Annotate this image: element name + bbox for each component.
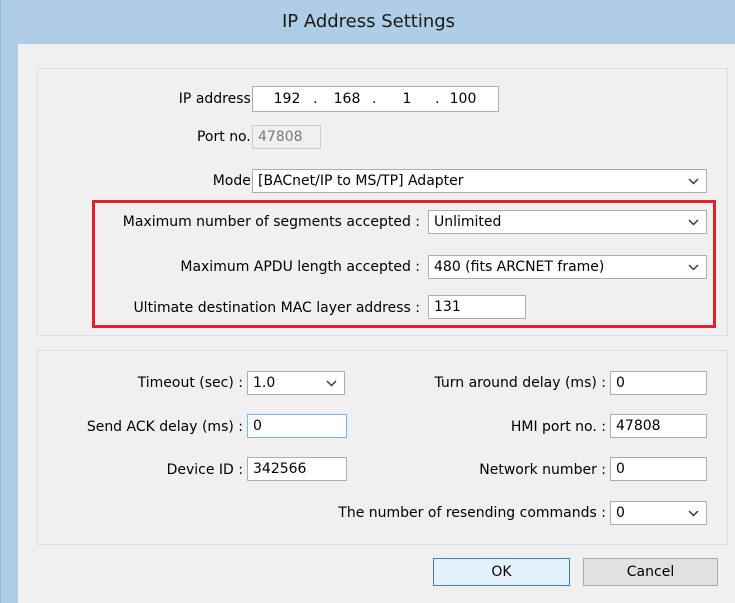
ip-octet-4[interactable]: 100 xyxy=(445,87,481,111)
ip-octet-3[interactable]: 1 xyxy=(395,87,419,111)
segments-select[interactable]: Unlimited xyxy=(428,210,707,234)
deviceid-label: Device ID : xyxy=(166,462,243,478)
dialog-client-area: IP address : 192 . 168 . 1 . 100 Port no… xyxy=(18,44,735,603)
turnaround-field[interactable]: 0 xyxy=(610,371,707,395)
chevron-down-icon xyxy=(686,256,700,278)
network-field[interactable]: 0 xyxy=(610,457,707,481)
mac-label: Ultimate destination MAC layer address : xyxy=(133,300,420,316)
port-field: 47808 xyxy=(252,125,321,149)
mode-select[interactable]: [BACnet/IP to MS/TP] Adapter xyxy=(252,169,707,193)
chevron-down-icon xyxy=(686,211,700,233)
timeout-select[interactable]: 1.0 xyxy=(247,371,345,395)
port-label: Port no. : xyxy=(196,129,260,145)
ip-separator: . xyxy=(435,91,440,107)
ackdelay-field[interactable]: 0 xyxy=(247,414,347,438)
mac-field[interactable]: 131 xyxy=(428,295,526,319)
cancel-button[interactable]: Cancel xyxy=(583,558,718,586)
turnaround-label: Turn around delay (ms) : xyxy=(434,375,606,391)
network-label: Network number : xyxy=(479,462,606,478)
chevron-down-icon xyxy=(686,502,700,524)
segments-label: Maximum number of segments accepted : xyxy=(122,214,420,230)
ip-separator: . xyxy=(313,91,318,107)
ip-address-field[interactable]: 192 . 168 . 1 . 100 xyxy=(252,86,499,112)
ip-separator: . xyxy=(372,91,377,107)
ok-button[interactable]: OK xyxy=(433,558,570,586)
segments-value: Unlimited xyxy=(434,214,502,230)
resend-select[interactable]: 0 xyxy=(610,501,707,525)
hmiport-label: HMI port no. : xyxy=(510,419,606,435)
apdu-value: 480 (fits ARCNET frame) xyxy=(434,259,605,275)
apdu-select[interactable]: 480 (fits ARCNET frame) xyxy=(428,255,707,279)
apdu-label: Maximum APDU length accepted : xyxy=(180,259,420,275)
resend-value: 0 xyxy=(616,505,625,521)
ackdelay-label: Send ACK delay (ms) : xyxy=(86,419,243,435)
chevron-down-icon xyxy=(324,372,338,394)
hmiport-field[interactable]: 47808 xyxy=(610,414,707,438)
resend-label: The number of resending commands : xyxy=(338,505,606,521)
timeout-value: 1.0 xyxy=(253,375,276,391)
dialog-window: IP Address Settings IP address : 192 . 1… xyxy=(0,0,735,603)
dialog-title: IP Address Settings xyxy=(281,11,456,32)
ip-octet-2[interactable]: 168 xyxy=(329,87,365,111)
deviceid-field[interactable]: 342566 xyxy=(247,457,347,481)
ip-octet-1[interactable]: 192 xyxy=(269,87,305,111)
timeout-label: Timeout (sec) : xyxy=(137,375,243,391)
ip-address-label: IP address : xyxy=(178,91,260,107)
mode-value: [BACnet/IP to MS/TP] Adapter xyxy=(258,173,464,189)
chevron-down-icon xyxy=(686,170,700,192)
